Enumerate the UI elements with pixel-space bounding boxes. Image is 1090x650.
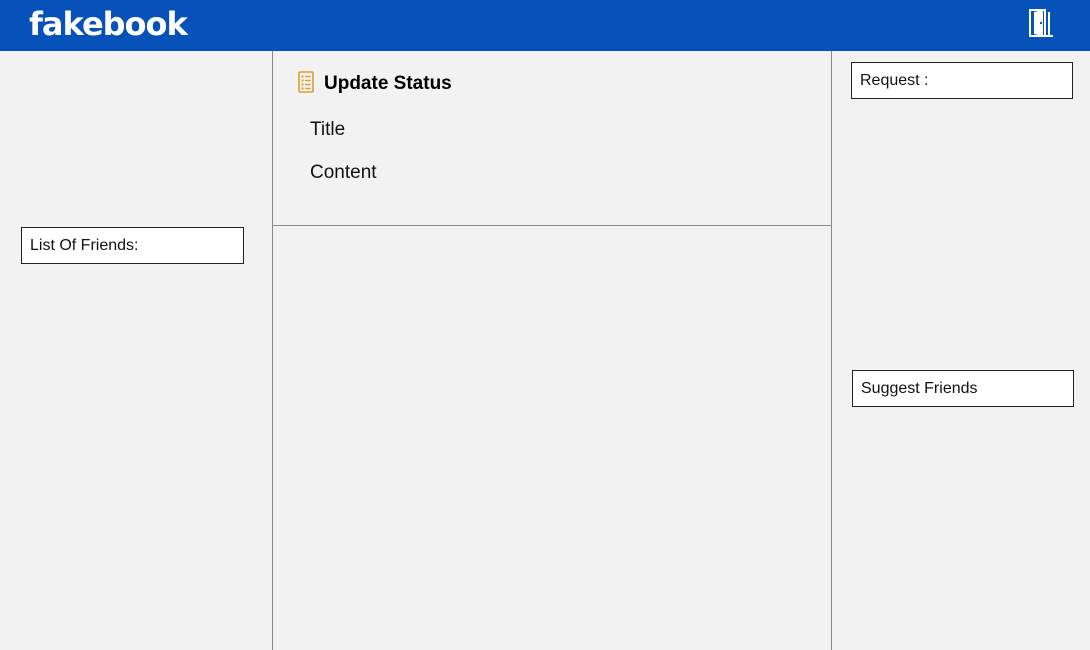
update-status-heading: Update Status [324, 73, 452, 94]
status-content-field[interactable]: Content [310, 162, 377, 184]
top-navigation-bar: fakebook [0, 0, 1090, 51]
update-status-panel: Update Status Title Content [273, 51, 831, 226]
feed-area [273, 226, 831, 650]
main-feed: Update Status Title Content [272, 51, 832, 650]
door-exit-icon[interactable] [1029, 9, 1053, 37]
friends-list-header: List Of Friends: [21, 227, 244, 264]
suggest-friends-header: Suggest Friends [852, 370, 1074, 407]
friend-requests-header: Request : [851, 62, 1073, 99]
left-sidebar: List Of Friends: [0, 51, 272, 650]
update-status-header: Update Status [298, 70, 452, 98]
checklist-document-icon [298, 70, 314, 98]
fakebook-logo[interactable]: fakebook [29, 4, 188, 44]
right-sidebar: Request : Suggest Friends [831, 51, 1090, 650]
status-title-field[interactable]: Title [310, 119, 345, 141]
